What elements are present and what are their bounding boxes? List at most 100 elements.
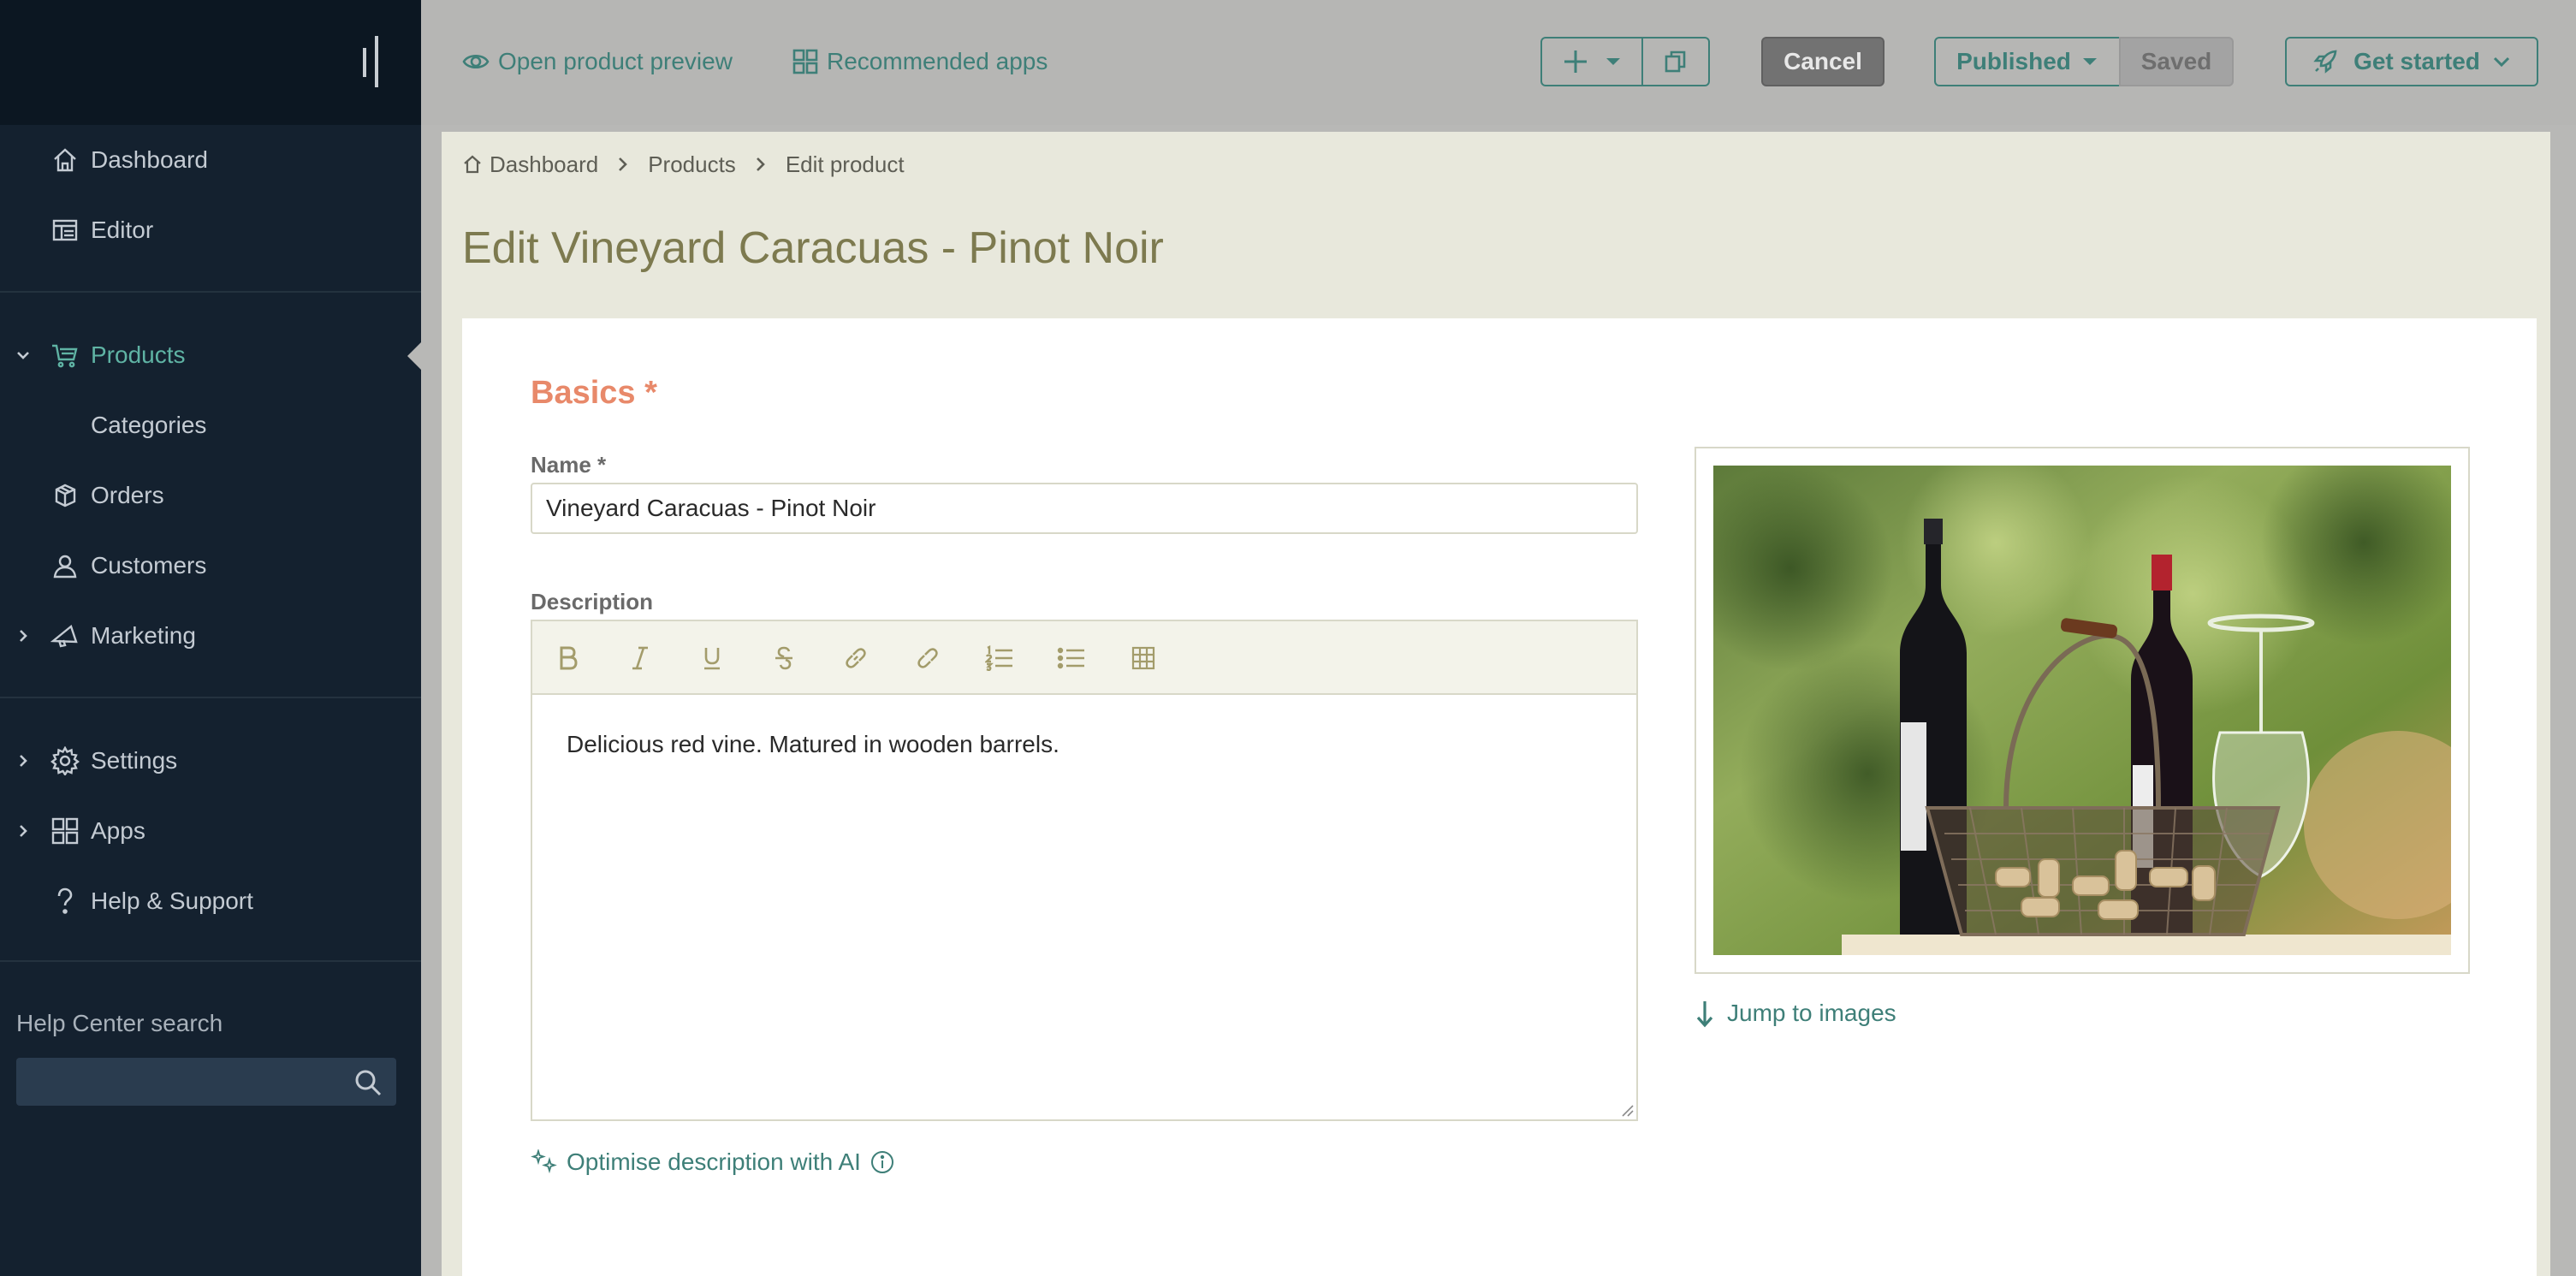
top-bar: Open product preview Recommended apps Ca… — [421, 0, 2576, 125]
optimise-description-ai-label: Optimise description with AI — [567, 1148, 861, 1175]
sidebar-item-apps[interactable]: Apps — [0, 801, 421, 861]
chevron-down-icon[interactable] — [14, 346, 33, 365]
caret-down-icon — [2082, 58, 2097, 65]
breadcrumb-dashboard[interactable]: Dashboard — [490, 151, 598, 178]
eye-icon — [462, 54, 490, 69]
home-icon — [464, 155, 481, 174]
sparkles-icon — [531, 1149, 557, 1174]
sidebar: Dashboard Editor Products Categories Ord… — [0, 0, 421, 1276]
section-title: Basics * — [531, 375, 657, 411]
question-icon — [50, 886, 80, 917]
sidebar-item-label: Apps — [91, 817, 145, 844]
add-button[interactable] — [1540, 37, 1643, 86]
box-icon — [50, 480, 80, 511]
unlink-icon[interactable] — [909, 639, 947, 677]
info-icon[interactable] — [870, 1149, 895, 1175]
saved-button[interactable]: Saved — [2119, 37, 2234, 86]
published-dropdown[interactable]: Published — [1934, 37, 2121, 86]
published-label: Published — [1956, 48, 2071, 74]
sidebar-item-label: Dashboard — [91, 146, 208, 173]
layout-icon — [50, 215, 80, 246]
italic-icon[interactable] — [621, 639, 659, 677]
sidebar-item-settings[interactable]: Settings — [0, 731, 421, 791]
sidebar-item-editor[interactable]: Editor — [0, 200, 421, 260]
sidebar-item-marketing[interactable]: Marketing — [0, 606, 421, 666]
description-editor: Delicious red vine. Matured in wooden ba… — [531, 620, 1638, 1121]
sidebar-item-label: Help & Support — [91, 887, 253, 914]
chevron-down-icon — [2493, 56, 2509, 68]
help-center-search — [16, 1058, 396, 1106]
cart-icon — [50, 340, 80, 371]
rocket-icon — [2313, 50, 2337, 74]
help-center-search-input[interactable] — [16, 1058, 396, 1106]
strikethrough-icon[interactable] — [765, 639, 803, 677]
name-label: Name * — [531, 452, 607, 478]
chevron-right-icon[interactable] — [14, 751, 33, 770]
ordered-list-icon[interactable] — [981, 639, 1018, 677]
sidebar-item-label: Marketing — [91, 622, 196, 649]
open-product-preview-label: Open product preview — [498, 48, 733, 74]
sidebar-header — [0, 0, 421, 125]
sidebar-divider — [0, 697, 421, 698]
home-icon — [50, 145, 80, 175]
sidebar-item-orders[interactable]: Orders — [0, 466, 421, 525]
plus-icon — [1564, 50, 1587, 73]
description-text[interactable]: Delicious red vine. Matured in wooden ba… — [567, 731, 1059, 758]
sidebar-item-label: Customers — [91, 552, 207, 579]
sidebar-item-categories[interactable]: Categories — [0, 395, 421, 455]
get-started-label: Get started — [2353, 48, 2480, 74]
sidebar-divider — [0, 960, 421, 962]
recommended-apps-link[interactable]: Recommended apps — [792, 43, 1048, 80]
sidebar-item-label: Settings — [91, 747, 178, 774]
sidebar-item-customers[interactable]: Customers — [0, 536, 421, 596]
caret-down-icon — [1606, 58, 1620, 65]
cancel-button[interactable]: Cancel — [1761, 37, 1885, 86]
page-title: Edit Vineyard Caracuas - Pinot Noir — [462, 223, 1164, 273]
resize-handle-icon[interactable] — [1619, 1102, 1635, 1118]
sidebar-item-dashboard[interactable]: Dashboard — [0, 130, 421, 190]
sidebar-item-label: Products — [91, 341, 186, 368]
bold-icon[interactable] — [549, 639, 587, 677]
chevron-right-icon[interactable] — [14, 626, 33, 645]
breadcrumb: Dashboard Products Edit product — [462, 147, 905, 181]
apps-grid-icon — [792, 49, 818, 74]
sidebar-item-help-support[interactable]: Help & Support — [0, 871, 421, 931]
sidebar-divider — [0, 291, 421, 293]
sidebar-collapse-icon[interactable] — [363, 36, 383, 87]
sidebar-item-label: Categories — [91, 412, 207, 438]
table-icon[interactable] — [1125, 639, 1162, 677]
copy-icon — [1665, 50, 1686, 73]
open-product-preview-link[interactable]: Open product preview — [462, 43, 733, 80]
description-label: Description — [531, 589, 654, 614]
chevron-right-icon — [617, 157, 629, 172]
product-image[interactable] — [1713, 466, 2451, 955]
jump-to-images-label: Jump to images — [1727, 1000, 1896, 1026]
megaphone-icon — [50, 620, 80, 651]
apps-grid-icon — [50, 816, 80, 846]
search-icon[interactable] — [353, 1068, 383, 1097]
optimise-description-ai-link[interactable]: Optimise description with AI — [531, 1145, 895, 1179]
duplicate-button[interactable] — [1641, 37, 1710, 86]
recommended-apps-label: Recommended apps — [827, 48, 1048, 74]
main-content: Dashboard Products Edit product Edit Vin… — [442, 132, 2550, 1276]
arrow-down-icon — [1696, 1001, 1713, 1028]
link-icon[interactable] — [837, 639, 875, 677]
basics-card: Basics * Name * Description — [462, 318, 2537, 1276]
product-image-frame — [1695, 447, 2470, 974]
sidebar-item-label: Editor — [91, 217, 154, 243]
gear-icon — [50, 745, 80, 776]
get-started-button[interactable]: Get started — [2285, 37, 2538, 86]
breadcrumb-edit-product: Edit product — [785, 151, 905, 177]
jump-to-images-link[interactable]: Jump to images — [1695, 996, 1896, 1030]
sidebar-item-products[interactable]: Products — [0, 325, 421, 385]
chevron-right-icon — [755, 157, 767, 172]
underline-icon[interactable] — [693, 639, 731, 677]
name-input[interactable] — [531, 483, 1638, 534]
breadcrumb-products[interactable]: Products — [648, 151, 736, 178]
user-icon — [50, 550, 80, 581]
help-center-label: Help Center search — [16, 1010, 223, 1036]
sidebar-item-label: Orders — [91, 482, 164, 508]
active-indicator — [407, 342, 421, 370]
chevron-right-icon[interactable] — [14, 822, 33, 840]
bullet-list-icon[interactable] — [1053, 639, 1090, 677]
